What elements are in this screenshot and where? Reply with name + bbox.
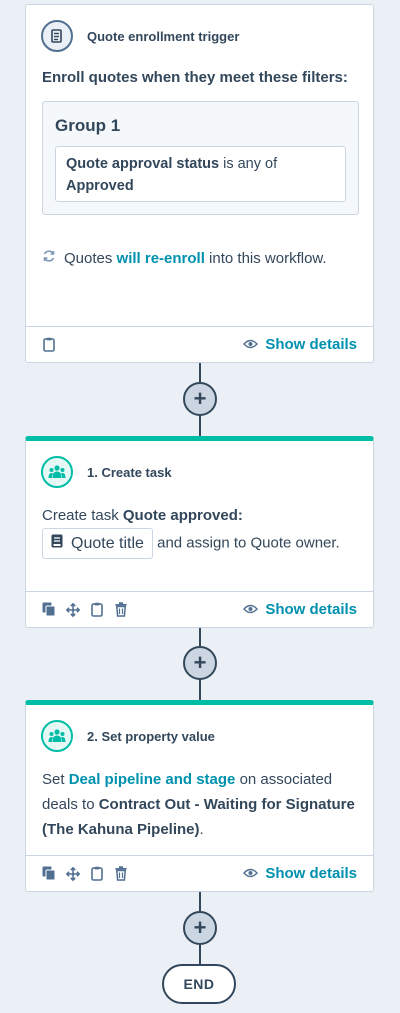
filter-heading: Enroll quotes when they meet these filte… [42,69,348,86]
eye-icon [243,865,259,882]
quote-title-token[interactable]: Quote title [42,528,153,559]
clipboard-icon[interactable] [90,602,104,618]
show-details-button[interactable]: Show details [243,601,357,618]
show-details-button[interactable]: Show details [243,336,357,353]
filter-operator: is any of [219,156,278,172]
quote-token-icon [51,531,63,556]
reenroll-info: Quotes will re-enroll into this workflow… [42,249,327,267]
workflow-end: END [162,964,236,1004]
action-card-create-task[interactable]: 1. Create task Create task Quote approve… [25,436,374,628]
reenroll-link[interactable]: will re-enroll [117,250,205,267]
action-card-set-property[interactable]: 2. Set property value Set Deal pipeline … [25,700,374,892]
action-header: 1. Create task [26,441,373,503]
action-header: 2. Set property value [26,705,373,767]
refresh-icon [42,249,56,267]
trigger-footer: Show details [26,326,373,362]
add-action-button[interactable]: + [183,646,217,680]
reenroll-suffix: into this workflow. [204,249,327,267]
trigger-header: Quote enrollment trigger [26,5,373,67]
move-icon[interactable] [66,866,80,882]
action-footer: Show details [26,855,373,891]
action-description: Set Deal pipeline and stage on associate… [42,771,355,838]
quote-title-label: Quote title [71,535,144,552]
copy-icon[interactable] [42,866,56,882]
action-footer: Show details [26,591,373,627]
move-icon[interactable] [66,602,80,618]
copy-icon[interactable] [42,602,56,618]
show-details-button[interactable]: Show details [243,865,357,882]
trigger-card[interactable]: Quote enrollment trigger Enroll quotes w… [25,4,374,363]
filter-condition[interactable]: Quote approval status is any of Approved [55,146,346,202]
people-icon [41,720,73,752]
group-title: Group 1 [55,116,121,135]
trigger-title: Quote enrollment trigger [87,28,240,44]
filter-group[interactable]: Group 1 Quote approval status is any of … [42,101,359,215]
filter-property: Quote approval status [66,156,220,172]
clipboard-icon[interactable] [42,337,56,353]
clipboard-icon[interactable] [90,866,104,882]
trash-icon[interactable] [114,602,128,618]
eye-icon [243,336,259,353]
show-details-label: Show details [265,336,357,353]
add-action-button[interactable]: + [183,382,217,416]
people-icon [41,456,73,488]
add-action-button[interactable]: + [183,911,217,945]
scroll-document-icon [41,20,73,52]
trash-icon[interactable] [114,866,128,882]
task-name: Quote approved: [122,507,243,524]
action-title: 2. Set property value [87,728,215,744]
filter-value: Approved [66,178,134,194]
action-description: Create task Quote approved: Quote title … [42,503,362,559]
show-details-label: Show details [265,865,357,882]
eye-icon [243,601,259,618]
property-link[interactable]: Deal pipeline and stage [69,771,236,788]
action-title: 1. Create task [87,464,172,480]
reenroll-prefix: Quotes [64,249,117,267]
show-details-label: Show details [265,601,357,618]
